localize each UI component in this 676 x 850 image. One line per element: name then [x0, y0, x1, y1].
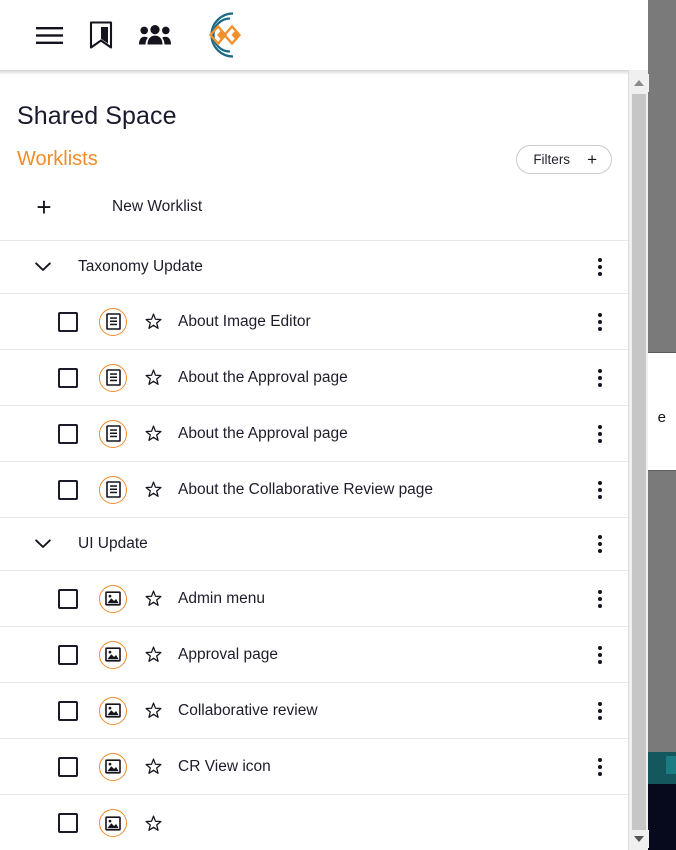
favorite-star-icon[interactable]: [145, 815, 162, 832]
worklist-item-row[interactable]: About the Collaborative Review page: [0, 462, 636, 518]
item-checkbox[interactable]: [58, 813, 78, 833]
image-type-icon: [99, 641, 127, 669]
worklist-group-header[interactable]: UI Update: [0, 518, 636, 571]
worklist-item-row[interactable]: Collaborative review: [0, 683, 636, 739]
app-bar: [0, 0, 648, 70]
worklist-item-label: Collaborative review: [178, 702, 318, 720]
item-more-options-icon[interactable]: [594, 586, 606, 612]
filters-button[interactable]: Filters +: [516, 145, 612, 174]
worklist-item-row[interactable]: About the Approval page: [0, 406, 636, 462]
document-type-icon: [99, 364, 127, 392]
chevron-down-icon[interactable]: [30, 539, 56, 549]
favorite-star-icon[interactable]: [145, 313, 162, 330]
worklist-item-row[interactable]: About Image Editor: [0, 294, 636, 350]
chevron-down-icon: [634, 836, 644, 842]
favorite-star-icon[interactable]: [145, 425, 162, 442]
new-worklist-label: New Worklist: [112, 198, 202, 216]
background-seam: [648, 470, 676, 471]
app-logo-icon[interactable]: [197, 9, 251, 61]
item-checkbox[interactable]: [58, 701, 78, 721]
item-more-options-icon[interactable]: [594, 365, 606, 391]
chevron-down-icon[interactable]: [30, 262, 56, 272]
section-header-row: Worklists Filters +: [0, 131, 636, 174]
worklist-item-label: Approval page: [178, 646, 278, 664]
scroll-down-button[interactable]: [629, 830, 649, 848]
worklist-item-label: About Image Editor: [178, 313, 311, 331]
item-checkbox[interactable]: [58, 645, 78, 665]
worklists-scroll-area[interactable]: Shared Space Worklists Filters + + New W…: [0, 75, 636, 850]
bookmark-icon[interactable]: [89, 21, 113, 49]
app-bar-shadow: [0, 70, 648, 75]
scrollbar-thumb[interactable]: [632, 94, 646, 839]
vertical-scrollbar[interactable]: [628, 70, 648, 850]
item-more-options-icon[interactable]: [594, 642, 606, 668]
item-more-options-icon[interactable]: [594, 477, 606, 503]
worklist-item-label: About the Approval page: [178, 369, 348, 387]
worklist-item-label: CR View icon: [178, 758, 271, 776]
document-type-icon: [99, 476, 127, 504]
background-teal-accent: [666, 756, 676, 774]
people-group-icon[interactable]: [139, 24, 171, 46]
worklist-group-title: Taxonomy Update: [78, 258, 203, 276]
item-checkbox[interactable]: [58, 368, 78, 388]
new-worklist-button[interactable]: + New Worklist: [0, 174, 636, 241]
worklist-item-row[interactable]: Admin menu: [0, 571, 636, 627]
worklist-group-title: UI Update: [78, 535, 148, 553]
background-seam: [648, 352, 676, 353]
item-checkbox[interactable]: [58, 424, 78, 444]
item-checkbox[interactable]: [58, 312, 78, 332]
image-type-icon: [99, 809, 127, 837]
favorite-star-icon[interactable]: [145, 758, 162, 775]
item-checkbox[interactable]: [58, 480, 78, 500]
image-type-icon: [99, 585, 127, 613]
document-type-icon: [99, 420, 127, 448]
scroll-up-button[interactable]: [629, 74, 649, 92]
worklist-item-row[interactable]: About the Approval page: [0, 350, 636, 406]
item-more-options-icon[interactable]: [594, 309, 606, 335]
section-label: Worklists: [17, 148, 98, 171]
favorite-star-icon[interactable]: [145, 590, 162, 607]
background-card-text: e: [658, 410, 666, 425]
item-checkbox[interactable]: [58, 757, 78, 777]
worklist-item-label: About the Collaborative Review page: [178, 481, 433, 499]
group-more-options-icon[interactable]: [594, 254, 606, 280]
plus-icon: +: [28, 194, 60, 220]
app-root: e: [0, 0, 676, 850]
page-title: Shared Space: [0, 75, 636, 131]
item-checkbox[interactable]: [58, 589, 78, 609]
image-type-icon: [99, 697, 127, 725]
worklist-groups: Taxonomy Update About Image Editor About t…: [0, 241, 636, 850]
favorite-star-icon[interactable]: [145, 646, 162, 663]
background-dark-panel: [648, 784, 676, 850]
worklist-group-header[interactable]: Taxonomy Update: [0, 241, 636, 294]
item-more-options-icon[interactable]: [594, 421, 606, 447]
worklist-item-label: Admin menu: [178, 590, 265, 608]
favorite-star-icon[interactable]: [145, 702, 162, 719]
worklist-item-label: About the Approval page: [178, 425, 348, 443]
favorite-star-icon[interactable]: [145, 369, 162, 386]
item-more-options-icon[interactable]: [594, 754, 606, 780]
plus-icon: +: [587, 151, 597, 168]
item-more-options-icon[interactable]: [594, 698, 606, 724]
group-more-options-icon[interactable]: [594, 531, 606, 557]
favorite-star-icon[interactable]: [145, 481, 162, 498]
worklist-item-row[interactable]: [0, 795, 636, 850]
worklist-item-row[interactable]: Approval page: [0, 627, 636, 683]
document-type-icon: [99, 308, 127, 336]
image-type-icon: [99, 753, 127, 781]
worklist-item-row[interactable]: CR View icon: [0, 739, 636, 795]
chevron-up-icon: [634, 80, 644, 86]
filters-button-label: Filters: [533, 152, 570, 167]
hamburger-menu-icon[interactable]: [36, 26, 63, 45]
